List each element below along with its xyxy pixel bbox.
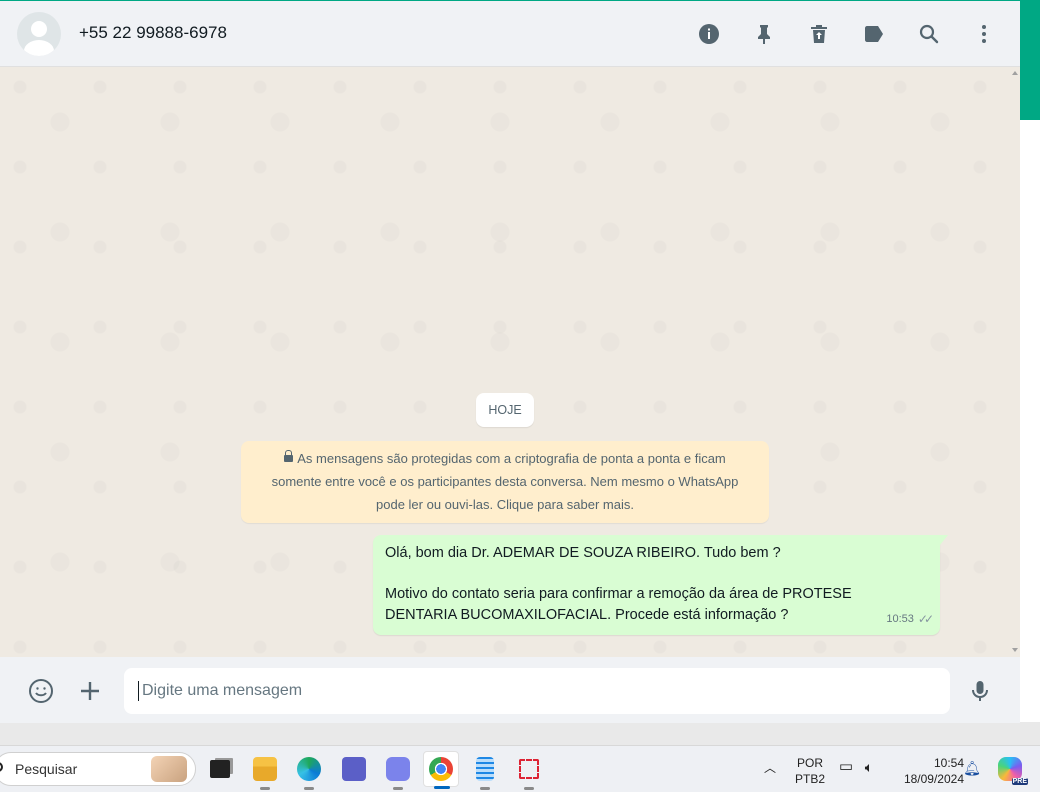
notification-bell-icon[interactable]: 🔔︎ <box>962 760 982 776</box>
window-right-edge <box>1020 0 1040 722</box>
message-time: 10:53 <box>886 613 914 625</box>
clock-date: 18/09/2024 <box>903 772 964 786</box>
accent-strip <box>1020 0 1040 120</box>
show-hidden-icons-chevron[interactable]: ︿ <box>756 760 784 776</box>
lock-icon <box>284 450 294 464</box>
encryption-notice-line3: pode ler ou ouvi-las. Clique para saber … <box>376 497 634 512</box>
whatsapp-window: +55 22 99888-6978 HOJE As mensagens são … <box>0 0 1020 723</box>
scroll-up-arrow[interactable] <box>1012 71 1018 75</box>
microphone-icon[interactable] <box>966 677 994 705</box>
search-icon[interactable] <box>915 20 943 48</box>
language-indicator[interactable]: POR PTB2 <box>792 755 828 787</box>
contact-name[interactable]: +55 22 99888-6978 <box>79 23 227 43</box>
message-input[interactable] <box>124 668 950 714</box>
message-text-line1: Olá, bom dia Dr. ADEMAR DE SOUZA RIBEIRO… <box>385 545 781 561</box>
message-text-line2: Motivo do contato seria para confirmar a… <box>385 586 852 602</box>
composer-bar <box>0 657 1020 723</box>
label-icon[interactable] <box>860 20 888 48</box>
network-icon[interactable]: ▭ <box>834 759 858 775</box>
teams-icon[interactable] <box>380 751 416 790</box>
date-chip: HOJE <box>476 393 534 427</box>
attach-plus-icon[interactable] <box>76 677 104 705</box>
windows-taskbar: Pesquisar ︿ POR PTB2 ▭ 🔈︎ 10:54 18/09/20 <box>0 745 1040 792</box>
text-caret <box>138 681 139 701</box>
encryption-notice-line2: somente entre você e os participantes de… <box>271 474 739 489</box>
search-icon <box>0 762 3 772</box>
pin-icon[interactable] <box>750 20 778 48</box>
chat-header: +55 22 99888-6978 <box>0 1 1020 67</box>
encryption-notice[interactable]: As mensagens são protegidas com a cripto… <box>241 441 769 523</box>
scroll-down-arrow[interactable] <box>1012 648 1018 652</box>
delete-icon[interactable] <box>805 20 833 48</box>
task-view-icon[interactable] <box>202 751 238 787</box>
message-text-line3: DENTARIA BUCOMAXILOFACIAL. Procede está … <box>385 607 789 623</box>
message-meta: 10:53 ✓✓ <box>886 609 934 630</box>
language-code: POR <box>796 756 823 770</box>
emoji-icon[interactable] <box>27 677 55 705</box>
teams-classic-icon[interactable] <box>336 751 372 787</box>
avatar-head <box>31 21 47 37</box>
chrome-icon[interactable] <box>423 751 459 789</box>
volume-icon[interactable]: 🔈︎ <box>858 759 880 775</box>
double-check-icon: ✓✓ <box>917 612 934 626</box>
keyboard-layout: PTB2 <box>794 772 825 786</box>
copilot-badge: PRE <box>1011 778 1028 785</box>
clock-time: 10:54 <box>933 756 964 770</box>
clock[interactable]: 10:54 18/09/2024 <box>890 755 964 787</box>
notepad-icon[interactable] <box>467 751 503 790</box>
taskbar-search[interactable]: Pesquisar <box>0 752 196 786</box>
avatar-body <box>24 40 54 56</box>
header-actions <box>668 20 998 48</box>
search-highlight-image <box>151 756 187 782</box>
taskbar-search-label: Pesquisar <box>15 761 78 777</box>
info-icon[interactable] <box>695 20 723 48</box>
encryption-notice-line1: As mensagens são protegidas com a cripto… <box>241 447 769 470</box>
chat-area[interactable]: HOJE As mensagens são protegidas com a c… <box>0 67 1020 657</box>
snipping-tool-icon[interactable] <box>511 751 547 790</box>
file-explorer-icon[interactable] <box>247 751 283 790</box>
copilot-icon[interactable]: PRE <box>992 751 1028 787</box>
message-bubble-outgoing[interactable]: Olá, bom dia Dr. ADEMAR DE SOUZA RIBEIRO… <box>373 535 948 635</box>
menu-icon[interactable] <box>970 20 998 48</box>
edge-icon[interactable] <box>291 751 327 790</box>
contact-avatar[interactable] <box>17 12 61 56</box>
